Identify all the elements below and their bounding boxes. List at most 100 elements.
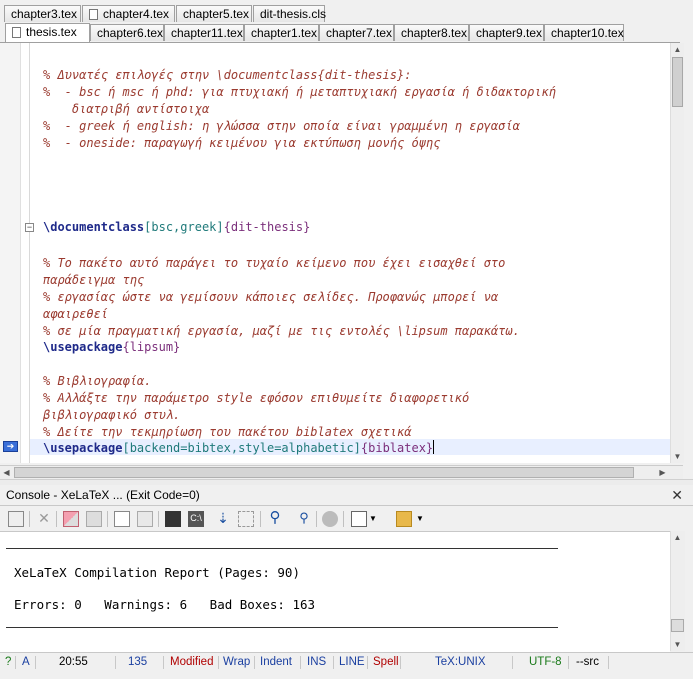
help-indicator[interactable]: ? [5,653,11,671]
tab-chapter6[interactable]: chapter6.tex [90,24,164,41]
status-bar: ? A 20:55 135 Modified Wrap Indent INS L… [0,652,693,673]
code-line: % Βιβλιογραφία. [43,374,152,388]
fold-toggle[interactable]: − [25,223,34,232]
tab-chapter9[interactable]: chapter9.tex [469,24,544,41]
scroll-thumb[interactable] [671,619,684,632]
editor-gutter [0,43,21,463]
code-line: αφαιρεθεί [43,307,109,321]
tab-chapter4[interactable]: chapter4.tex [82,5,175,22]
latex-command: \usepackage [43,340,123,354]
tab-chapter1[interactable]: chapter1.tex [244,24,319,41]
status-separator [568,656,569,669]
tab-dit-thesis-cls[interactable]: dit-thesis.cls [253,5,327,22]
status-separator [15,656,16,669]
input-mode[interactable]: A [22,653,30,671]
modified-indicator: Modified [170,656,214,668]
tab-chapter5[interactable]: chapter5.tex [176,5,252,22]
status-separator [163,656,164,669]
terminal-icon[interactable] [165,511,181,527]
scroll-left-icon[interactable]: ◀ [0,466,13,479]
wrap-toggle[interactable]: Wrap [223,653,250,671]
status-separator [367,656,368,669]
console-icon[interactable] [8,511,24,527]
tab-label: dit-thesis.cls [260,7,327,21]
paste-icon[interactable] [137,511,153,527]
tab-thesis[interactable]: thesis.tex [5,23,90,43]
spell-toggle[interactable]: Spell [373,653,399,671]
tab-label: chapter11.tex [171,26,243,40]
scroll-right-icon[interactable]: ▶ [656,466,669,479]
console-title: Console - XeLaTeX ... (Exit Code=0) [6,488,200,502]
editor-horizontal-scrollbar[interactable]: ◀ ▶ [0,465,683,480]
code-line: % Το πακέτο αυτό παράγει το τυχαίο κείμε… [43,256,506,270]
tab-chapter8[interactable]: chapter8.tex [394,24,469,41]
tab-label: chapter9.tex [476,26,543,40]
editor-vertical-scrollbar[interactable]: ▲ ▼ [670,43,684,463]
status-separator [254,656,255,669]
wrap-icon[interactable] [238,511,254,527]
scroll-up-icon[interactable]: ▲ [671,531,684,544]
search-icon[interactable]: ⚲ [267,510,283,527]
clear-icon[interactable] [63,511,79,527]
code-editor[interactable]: − ➔ % Δυνατές επιλογές στην \documentcla… [0,43,681,463]
indent-toggle[interactable]: Indent [260,653,292,671]
code-line: βιβλιογραφικό στυλ. [43,408,181,422]
documentclass-line: \documentclass[bsc,greek]{dit-thesis} [43,219,310,235]
latex-argument: {lipsum} [122,340,181,354]
folder-icon[interactable] [396,511,412,527]
code-line: % - oneside: παραγωγή κειμένου για εκτύπ… [43,136,441,150]
line-numbers-icon[interactable]: ⇣ [215,511,231,527]
scroll-thumb[interactable] [14,467,634,478]
latex-command: \usepackage [43,441,123,455]
cursor-position: 20:55 [59,656,88,668]
latex-command: \documentclass [43,220,145,234]
tab-chapter11[interactable]: chapter11.tex [164,24,244,41]
tab-label: chapter5.tex [183,7,250,21]
status-separator [115,656,116,669]
copy-icon[interactable] [114,511,130,527]
console-output[interactable]: XeLaTeX Compilation Report (Pages: 90) E… [0,531,670,652]
chevron-down-icon[interactable]: ▼ [369,511,379,527]
latex-argument: {biblatex} [360,441,434,455]
toolbar-separator [158,511,159,527]
status-separator [512,656,513,669]
document-icon [12,27,21,38]
tab-chapter3[interactable]: chapter3.tex [4,5,81,22]
scroll-thumb[interactable] [672,57,683,107]
console-scrollbar[interactable]: ▲ ▼ [670,531,685,651]
tab-chapter10[interactable]: chapter10.tex [544,24,624,41]
line-mode-toggle[interactable]: LINE [339,653,365,671]
options-icon[interactable] [351,511,367,527]
tab-label: chapter7.tex [326,26,393,40]
code-line: % Αλλάξτε την παράμετρο style εφόσον επι… [43,391,470,405]
source-indicator[interactable]: --src [576,653,599,671]
insert-mode-toggle[interactable]: INS [307,653,326,671]
report-title: XeLaTeX Compilation Report (Pages: 90) [14,565,300,580]
record-icon[interactable] [322,511,338,527]
chevron-down-icon[interactable]: ▼ [416,511,426,527]
tab-chapter7[interactable]: chapter7.tex [319,24,394,41]
scroll-up-icon[interactable]: ▲ [671,43,684,56]
tab-label: chapter8.tex [401,26,468,40]
usepackage-biblatex-line: \usepackage[backend=bibtex,style=alphabe… [43,440,435,456]
tab-label: thesis.tex [26,25,77,39]
code-line: παράδειγμα της [43,273,145,287]
report-divider [6,548,558,549]
find-error-icon[interactable]: ⚲ [296,511,312,527]
toolbar-separator [260,511,261,527]
code-line: % - greek ή english: η γλώσσα στην οποία… [43,119,520,133]
toolbar-separator [56,511,57,527]
stop-icon[interactable]: ✕ [36,511,52,527]
encoding[interactable]: UTF-8 [529,653,562,671]
console-toolbar: ✕ C:\ ⇣ ⚲ ⚲ ▼ ▼ [0,507,693,531]
command-prompt-icon[interactable]: C:\ [188,511,204,527]
close-icon[interactable]: ✕ [671,485,683,505]
toolbar-separator [29,511,30,527]
copy-all-icon[interactable] [86,511,102,527]
file-format[interactable]: TeX:UNIX [435,653,486,671]
status-separator [300,656,301,669]
tab-label: chapter1.tex [251,26,318,40]
scroll-down-icon[interactable]: ▼ [671,638,684,651]
toolbar-separator [316,511,317,527]
scroll-down-icon[interactable]: ▼ [671,450,684,463]
